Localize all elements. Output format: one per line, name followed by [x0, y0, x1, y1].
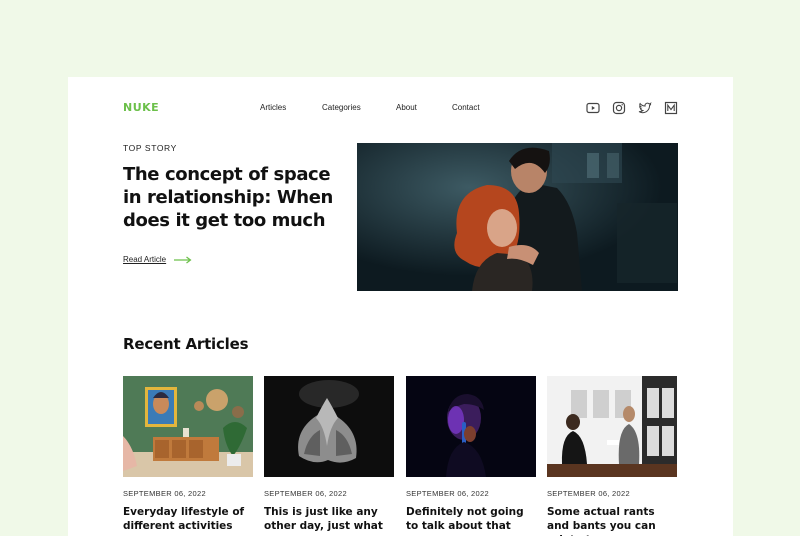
article-title[interactable]: Everyday lifestyle of different activiti… [123, 505, 253, 533]
hands-photo [264, 376, 394, 477]
article-card[interactable]: SEPTEMBER 06, 2022 Everyday lifestyle of… [123, 376, 253, 533]
read-article-label: Read Article [123, 255, 167, 264]
top-story-title[interactable]: The concept of space in relationship: Wh… [123, 163, 338, 232]
article-date: SEPTEMBER 06, 2022 [123, 489, 206, 498]
article-title[interactable]: Definitely not going to talk about that [406, 505, 536, 533]
social-links [586, 101, 678, 115]
nav-articles[interactable]: Articles [260, 103, 286, 112]
nav-about[interactable]: About [396, 103, 417, 112]
top-story-label: TOP STORY [123, 143, 177, 153]
living-room-photo [123, 376, 253, 477]
article-card[interactable]: SEPTEMBER 06, 2022 This is just like any… [264, 376, 394, 533]
friends-talking-photo [547, 376, 677, 477]
arrow-right-icon [174, 256, 192, 264]
top-story-image[interactable] [357, 143, 678, 291]
article-date: SEPTEMBER 06, 2022 [264, 489, 347, 498]
couple-photo [357, 143, 678, 291]
article-title[interactable]: Some actual rants and bants you can rela… [547, 505, 677, 536]
recent-articles-list: SEPTEMBER 06, 2022 Everyday lifestyle of… [123, 376, 678, 536]
article-thumbnail[interactable] [123, 376, 253, 477]
article-card[interactable]: SEPTEMBER 06, 2022 Definitely not going … [406, 376, 536, 533]
twitter-icon[interactable] [638, 101, 652, 115]
medium-icon[interactable] [664, 101, 678, 115]
article-thumbnail[interactable] [264, 376, 394, 477]
nav-categories[interactable]: Categories [322, 103, 361, 112]
article-thumbnail[interactable] [406, 376, 536, 477]
article-date: SEPTEMBER 06, 2022 [406, 489, 489, 498]
read-article-link[interactable]: Read Article [123, 255, 192, 264]
nav-contact[interactable]: Contact [452, 103, 480, 112]
article-thumbnail[interactable] [547, 376, 677, 477]
youtube-icon[interactable] [586, 101, 600, 115]
silence-portrait-photo [406, 376, 536, 477]
article-card[interactable]: SEPTEMBER 06, 2022 Some actual rants and… [547, 376, 677, 536]
article-date: SEPTEMBER 06, 2022 [547, 489, 630, 498]
article-title[interactable]: This is just like any other day, just wh… [264, 505, 394, 533]
recent-articles-heading: Recent Articles [123, 335, 249, 353]
instagram-icon[interactable] [612, 101, 626, 115]
page-card: NUKE Articles Categories About Contact T… [68, 77, 733, 536]
